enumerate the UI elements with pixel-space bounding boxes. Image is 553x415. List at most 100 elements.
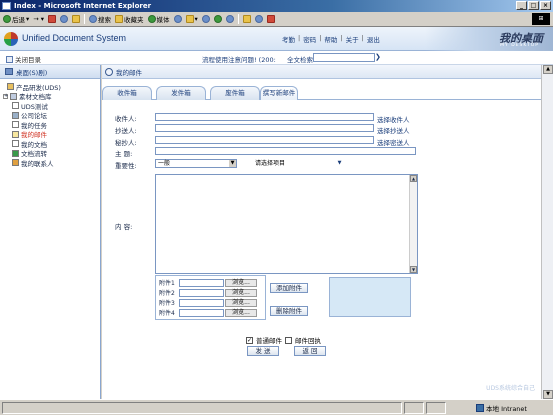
delete-attachment-button[interactable]: 删除附件	[270, 306, 308, 316]
bcc-input[interactable]	[155, 136, 374, 144]
sidebar-header: 桌面(S)剧)	[0, 65, 100, 79]
receipt-checkbox[interactable]	[285, 336, 292, 344]
sidebar-item-mail[interactable]: 我的邮件	[0, 130, 100, 139]
ie-icon	[2, 2, 11, 10]
left-sidebar: 桌面(S)剧) 产品研发(UDS) + 素材文档库 UDS测试 公司论坛 我的任…	[0, 65, 101, 399]
scroll-down-icon[interactable]: ▼	[410, 266, 417, 273]
content-textarea[interactable]: ▲ ▼	[155, 174, 418, 274]
sidebar-item-product-dev[interactable]: 产品研发(UDS)	[0, 82, 100, 92]
sidebar-item-material-library[interactable]: + 素材文档库	[0, 92, 100, 101]
logout-link[interactable]: 退出	[367, 34, 380, 44]
favorites-button[interactable]: 收藏夹	[115, 14, 144, 24]
mail-button[interactable]: ▾	[185, 15, 198, 23]
attachment-list[interactable]	[329, 277, 411, 317]
sidebar-item-uds-test[interactable]: UDS测试	[0, 101, 100, 111]
back-button[interactable]: 后退 ▾	[3, 14, 29, 24]
attachment-4-input[interactable]	[179, 308, 224, 317]
research-button[interactable]	[254, 15, 263, 23]
discuss-button[interactable]	[225, 15, 234, 23]
fulltext-search-input[interactable]	[313, 53, 375, 62]
browse-button-2[interactable]: 浏览...	[225, 288, 257, 297]
page-scrollbar[interactable]: ▲ ▼	[541, 65, 553, 399]
send-button[interactable]: 发 送	[247, 346, 279, 356]
mail-options: ✓ 普通邮件 邮件回执	[246, 335, 321, 345]
select-cc-link[interactable]: 选择抄送人	[377, 125, 410, 135]
maximize-button[interactable]: □	[528, 1, 539, 10]
home-button[interactable]	[72, 15, 81, 23]
back-button[interactable]: 返 回	[294, 346, 326, 356]
desktop-icon	[5, 68, 13, 75]
uds-logo-icon	[4, 32, 18, 46]
sidebar-item-documents[interactable]: 我的文档	[0, 139, 100, 149]
help-link[interactable]: 帮助	[324, 34, 337, 44]
scroll-up-icon[interactable]: ▲	[410, 175, 417, 182]
priority-select[interactable]: 一般 ▼	[155, 159, 237, 168]
close-directory-button[interactable]: 关闭目录	[6, 54, 41, 64]
status-message	[2, 401, 402, 414]
minimize-button[interactable]: _	[516, 1, 527, 10]
attachment-1-input[interactable]	[179, 278, 224, 287]
project-select[interactable]: 请选择项目 ▼	[252, 159, 344, 168]
status-cell	[426, 401, 446, 414]
browse-button-3[interactable]: 浏览...	[225, 298, 257, 307]
close-button[interactable]: ×	[540, 1, 551, 10]
sidebar-item-doc-flow[interactable]: 文档流转	[0, 149, 100, 158]
attachment-row: 附件4 浏览...	[159, 308, 257, 317]
notice-marquee[interactable]: 流程使用注意问题! (200:	[202, 54, 276, 64]
content-label: 内 容:	[115, 223, 133, 231]
forum-icon	[12, 111, 19, 119]
select-bcc-link[interactable]: 选择密送人	[377, 137, 410, 147]
back-icon	[3, 15, 11, 23]
library-icon	[10, 92, 17, 100]
scroll-down-icon[interactable]: ▼	[543, 390, 553, 399]
select-recipients-link[interactable]: 选择收件人	[377, 114, 410, 124]
add-attachment-button[interactable]: 添加附件	[270, 283, 308, 293]
task-icon	[12, 121, 19, 129]
home-icon	[72, 15, 81, 23]
refresh-button[interactable]	[60, 15, 69, 23]
attachment-3-input[interactable]	[179, 298, 224, 307]
password-link[interactable]: 密码	[303, 34, 316, 44]
attachment-2-input[interactable]	[179, 288, 224, 297]
forward-button[interactable]: → ▾	[33, 15, 44, 23]
intranet-icon	[476, 404, 484, 412]
window-title-bar: Index - Microsoft Internet Explorer _ □ …	[0, 0, 553, 12]
normal-mail-checkbox[interactable]: ✓	[246, 336, 253, 344]
page-title: 我的邮件	[116, 68, 142, 77]
sidebar-item-forum[interactable]: 公司论坛	[0, 111, 100, 120]
tab-outbox[interactable]: 发件箱	[156, 86, 206, 100]
attendance-link[interactable]: 考勤	[282, 34, 295, 44]
history-button[interactable]	[173, 15, 182, 23]
search-go-icon[interactable]: ❯	[375, 53, 384, 62]
expand-icon[interactable]: +	[3, 93, 8, 99]
tab-inbox[interactable]: 收件箱	[102, 86, 152, 100]
chevron-down-icon: ▼	[336, 160, 343, 167]
messenger-icon	[242, 15, 251, 23]
sidebar-item-contacts[interactable]: 我的联系人	[0, 158, 100, 168]
browse-button-4[interactable]: 浏览...	[225, 308, 257, 317]
messenger-button[interactable]	[242, 15, 251, 23]
sub-header: 关闭目录 流程使用注意问题! (200: 全文检索 ❯	[0, 51, 553, 65]
extra-button[interactable]	[266, 15, 275, 23]
footer-watermark: UDS系统综合自己	[486, 385, 535, 392]
tab-compose[interactable]: 撰写新邮件	[260, 86, 298, 100]
scroll-up-icon[interactable]: ▲	[543, 65, 553, 74]
attachment-row: 附件1 浏览...	[159, 278, 257, 287]
stop-button[interactable]	[48, 15, 57, 23]
print-button[interactable]	[201, 15, 210, 23]
about-link[interactable]: 关于	[346, 34, 359, 44]
browser-toolbar: 后退 ▾ → ▾ 搜索 收藏夹 媒体 ▾ ⊞	[0, 12, 553, 27]
edit-button[interactable]	[213, 15, 222, 23]
main-panel: 我的邮件 收件箱 发件箱 废件箱 撰写新邮件 收件人: 选择收件人 抄送人: 选…	[102, 65, 541, 399]
browse-button-1[interactable]: 浏览...	[225, 278, 257, 287]
sidebar-item-tasks[interactable]: 我的任务	[0, 120, 100, 130]
to-input[interactable]	[155, 113, 374, 121]
search-button[interactable]: 搜索	[89, 14, 111, 24]
content-scrollbar[interactable]: ▲ ▼	[409, 175, 417, 273]
subject-input[interactable]	[155, 147, 416, 155]
cc-input[interactable]	[155, 124, 374, 132]
tab-trash[interactable]: 废件箱	[210, 86, 260, 100]
toolbar-separator	[84, 14, 86, 24]
media-button[interactable]: 媒体	[147, 14, 170, 24]
cc-label: 抄送人:	[115, 127, 137, 135]
